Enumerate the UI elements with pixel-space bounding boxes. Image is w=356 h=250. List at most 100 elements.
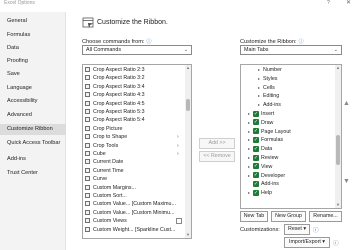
command-item[interactable]: Crop Picture	[83, 125, 183, 133]
ribbon-tree-item[interactable]: ▸ Number	[241, 66, 282, 75]
ribbon-tree-item[interactable]: ▸ ✓ Insert	[241, 110, 274, 119]
info-icon: ⓘ	[313, 228, 319, 234]
ribbon-tree-label: Editing	[263, 93, 280, 100]
ribbon-tree-item[interactable]: ▸ Editing	[241, 92, 279, 101]
ribbon-tree-item[interactable]: ▸ ✓ Help	[241, 189, 272, 198]
ribbon-tree-item[interactable]: ▸ ✓ Data	[241, 145, 272, 154]
nav-item-formulas[interactable]: Formulas	[0, 30, 66, 41]
command-item[interactable]: Crop Aspect Ratio 3:4	[83, 83, 183, 91]
new-group-button[interactable]: New Group	[271, 211, 306, 222]
choose-commands-select[interactable]: All Commands ⌄	[82, 45, 192, 55]
nav-item-proofing[interactable]: Proofing	[0, 56, 66, 67]
scroll-up-icon[interactable]: ▲	[335, 65, 341, 71]
scroll-up-icon[interactable]: ▲	[185, 65, 191, 71]
command-icon	[85, 209, 90, 215]
checkbox-checked-icon[interactable]: ✓	[253, 110, 259, 117]
command-item[interactable]: Curve	[83, 175, 183, 183]
nav-item-customize-ribbon[interactable]: Customize Ribbon	[0, 124, 66, 135]
command-item[interactable]: Custom Value... [Custom Minimu...	[83, 209, 183, 217]
command-item[interactable]: Custom Margins...	[83, 184, 183, 192]
close-button[interactable]: ✕	[346, 0, 351, 6]
page-title: Customize the Ribbon.	[97, 19, 168, 26]
chevron-down-icon: ⌄	[183, 47, 188, 53]
ribbon-tree-label: Insert	[261, 111, 275, 117]
nav-item-language[interactable]: Language	[0, 83, 66, 94]
command-icon	[85, 92, 90, 98]
nav-item-trust-center[interactable]: Trust Center	[0, 168, 66, 179]
checkbox-checked-icon[interactable]: ✓	[253, 136, 259, 143]
ribbon-tree-item[interactable]: ▸ ✓ Review	[241, 154, 278, 163]
checkbox-checked-icon[interactable]: ✓	[253, 189, 259, 196]
scroll-down-icon[interactable]: ▼	[335, 202, 341, 208]
checkbox-checked-icon[interactable]: ✓	[253, 145, 259, 152]
checkbox-checked-icon[interactable]: ✓	[253, 172, 259, 179]
commands-scrollbar[interactable]: ▲ ▼	[185, 65, 191, 238]
checkbox-checked-icon[interactable]: ✓	[253, 128, 259, 135]
nav-item-quick-access-toolbar[interactable]: Quick Access Toolbar	[0, 138, 66, 149]
ribbon-tree-label: Help	[261, 190, 272, 197]
ribbon-tree-label: View	[261, 163, 273, 170]
ribbon-tree-item[interactable]: ▸ Styles	[241, 75, 277, 84]
ribbon-tree-item[interactable]: ▸ Cells	[241, 84, 275, 93]
ribbon-tree-label: Cells	[263, 84, 275, 91]
add-button[interactable]: Add >>	[199, 138, 235, 149]
nav-item-save[interactable]: Save	[0, 69, 66, 80]
command-item[interactable]: Current Date	[83, 158, 183, 166]
ribbon-tree-item[interactable]: ▸ ✓ Page Layout	[241, 128, 291, 137]
checkbox-checked-icon[interactable]: ✓	[253, 163, 259, 170]
command-item[interactable]: Crop Aspect Ratio 3:2	[83, 74, 183, 82]
command-icon	[85, 100, 90, 106]
rename-button[interactable]: Rename...	[309, 211, 342, 222]
command-item[interactable]: Crop Aspect Ratio 5:3	[83, 108, 183, 116]
checkbox-checked-icon[interactable]: ✓	[253, 154, 259, 161]
command-item[interactable]: Custom Value... [Custom Maximu...	[83, 200, 183, 208]
checkbox-checked-icon[interactable]: ✓	[253, 180, 259, 187]
command-item[interactable]: Custom Views	[83, 217, 183, 225]
command-item[interactable]: Custom Weight... [Sparkline Cust...	[83, 226, 183, 234]
remove-button[interactable]: << Remove	[199, 151, 235, 162]
command-item[interactable]: Crop Aspect Ratio 2:3	[83, 66, 183, 74]
ribbon-tree[interactable]: ▸ Number ▸ Styles ▸ Cells ▸ Editing ▸ Add-ins ▸ ✓ In…	[240, 64, 342, 209]
command-item[interactable]: Crop Aspect Ratio 4:3	[83, 91, 183, 99]
new-tab-button[interactable]: New Tab	[240, 211, 268, 222]
command-item[interactable]: Crop Aspect Ratio 5:4	[83, 116, 183, 124]
ribbon-tree-item[interactable]: ▸ ✓ Formulas	[241, 136, 283, 145]
command-item[interactable]: Crop to Shape ›	[83, 133, 183, 141]
ribbon-tree-scrollbar[interactable]: ▲ ▼	[335, 65, 341, 208]
scroll-thumb[interactable]	[336, 135, 340, 165]
ribbon-tree-item[interactable]: ▸ ✓ Draw	[241, 119, 273, 128]
command-item[interactable]: Crop Aspect Ratio 4:5	[83, 100, 183, 108]
checkbox-checked-icon[interactable]: ✓	[253, 119, 259, 126]
ribbon-tree-item[interactable]: ✓ Add-ins	[241, 180, 279, 189]
command-item[interactable]: Custom Sort...	[83, 192, 183, 200]
help-button[interactable]: ?	[327, 0, 330, 6]
customize-ribbon-select[interactable]: Main Tabs ⌄	[240, 45, 342, 55]
command-icon	[85, 201, 90, 207]
nav-item-data[interactable]: Data	[0, 43, 66, 54]
command-label: Custom Weight... [Sparkline Cust...	[93, 226, 176, 233]
scroll-thumb[interactable]	[186, 99, 190, 111]
command-label: Custom Value... [Custom Maximu...	[93, 201, 176, 208]
nav-item-general[interactable]: General	[0, 16, 66, 27]
ribbon-tree-item[interactable]: ▸ Add-ins	[241, 101, 281, 110]
import-export-button[interactable]: Import/Export ▾	[284, 237, 330, 248]
command-item[interactable]: Crop Tools ›	[83, 142, 183, 150]
ribbon-tree-item[interactable]: ▸ ✓ View	[241, 163, 272, 172]
scroll-down-icon[interactable]: ▼	[185, 232, 191, 238]
command-item[interactable]: Current Time	[83, 167, 183, 175]
commands-list[interactable]: Crop Aspect Ratio 2:3 Crop Aspect Ratio 3…	[82, 64, 192, 239]
nav-item-add-ins[interactable]: Add-ins	[0, 154, 66, 165]
move-up-icon[interactable]: ▲	[343, 100, 350, 107]
ribbon-tree-item[interactable]: ▸ ✓ Developer	[241, 172, 285, 181]
ribbon-tree-label: Add-ins	[261, 181, 279, 188]
nav-item-advanced[interactable]: Advanced	[0, 110, 66, 121]
reset-button[interactable]: Reset ▾	[284, 224, 310, 235]
command-icon	[85, 125, 90, 131]
command-icon	[85, 218, 90, 224]
command-label: Crop Aspect Ratio 5:4	[93, 117, 145, 124]
command-item[interactable]: Cube ›	[83, 150, 183, 158]
nav-item-accessibility[interactable]: Accessibility	[0, 96, 66, 107]
command-icon	[85, 226, 90, 232]
move-down-icon[interactable]: ▼	[343, 178, 350, 185]
command-label: Crop Tools	[93, 142, 119, 149]
